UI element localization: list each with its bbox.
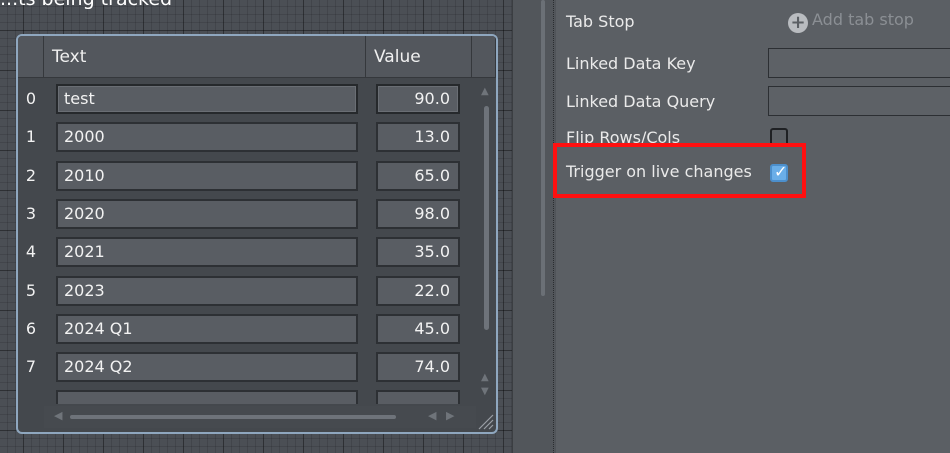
value-cell[interactable]: 35.0 [376,237,460,267]
text-cell[interactable]: 2023 [56,276,358,306]
add-tab-stop-button[interactable]: + Add tab stop [788,10,914,33]
row-index: 3 [25,204,37,223]
plus-circle-icon: + [788,13,808,33]
tab-stop-label: Tab Stop [566,12,635,31]
design-canvas[interactable]: ...ts being tracked Text Value 0 test 90… [0,0,512,453]
row-index-header [18,36,44,78]
text-cell[interactable]: 2024 Q1 [56,314,358,344]
splitter-line [553,0,555,453]
canvas-caption: ...ts being tracked [0,0,172,10]
value-cell[interactable]: 13.0 [376,122,460,152]
row-index: 0 [25,89,37,108]
scroll-left-arrow-icon[interactable]: ◀ [428,409,436,422]
text-cell[interactable]: 2000 [56,122,358,152]
column-header-value[interactable]: Value [366,36,472,78]
value-cell[interactable]: 45.0 [376,314,460,344]
resize-grip-icon[interactable] [476,412,494,430]
linked-data-key-field[interactable] [768,48,950,78]
text-cell[interactable]: 2021 [56,237,358,267]
value-cell[interactable]: 74.0 [376,352,460,382]
value-cell[interactable]: 90.0 [376,84,460,114]
value-cell[interactable] [376,390,460,404]
row-index: 5 [25,281,37,300]
column-header-text[interactable]: Text [44,36,366,78]
row-index: 6 [25,319,37,338]
horizontal-scroll-thumb[interactable] [70,415,396,419]
row-index: 7 [25,357,37,376]
add-tab-stop-label: Add tab stop [812,10,914,29]
text-cell[interactable] [56,390,358,404]
text-cell[interactable]: 2010 [56,161,358,191]
row-index: 4 [25,242,37,261]
vertical-scrollbar[interactable]: ▲ ▲ ▼ [478,80,496,402]
scroll-down-arrow-icon[interactable]: ▼ [481,386,489,397]
row-index: 1 [25,127,37,146]
scroll-right-arrow-icon[interactable]: ▶ [446,409,454,422]
highlight-box [553,143,806,198]
value-cell[interactable]: 98.0 [376,199,460,229]
vertical-scroll-thumb[interactable] [484,106,489,330]
linked-data-key-label: Linked Data Key [566,54,696,73]
text-cell[interactable]: test [56,84,358,114]
panel-splitter[interactable] [512,0,555,453]
scroll-up-arrow-icon[interactable]: ▲ [481,86,489,97]
scroll-up-arrow-icon[interactable]: ▲ [481,372,489,383]
splitter-handle[interactable] [541,0,545,296]
text-cell[interactable]: 2024 Q2 [56,352,358,382]
data-table[interactable]: Text Value 0 test 90.0 1 2000 13.0 2 201… [16,34,498,434]
header-corner [472,36,496,78]
linked-data-query-field[interactable] [768,86,950,116]
properties-panel: Tab Stop + Add tab stop Linked Data Key L… [556,0,950,453]
horizontal-scrollbar[interactable]: ◀ ◀ ▶ [44,406,476,428]
linked-data-query-label: Linked Data Query [566,92,716,111]
text-cell[interactable]: 2020 [56,199,358,229]
value-cell[interactable]: 22.0 [376,276,460,306]
value-cell[interactable]: 65.0 [376,161,460,191]
scroll-left-arrow-icon[interactable]: ◀ [54,409,62,422]
row-index: 2 [25,166,37,185]
